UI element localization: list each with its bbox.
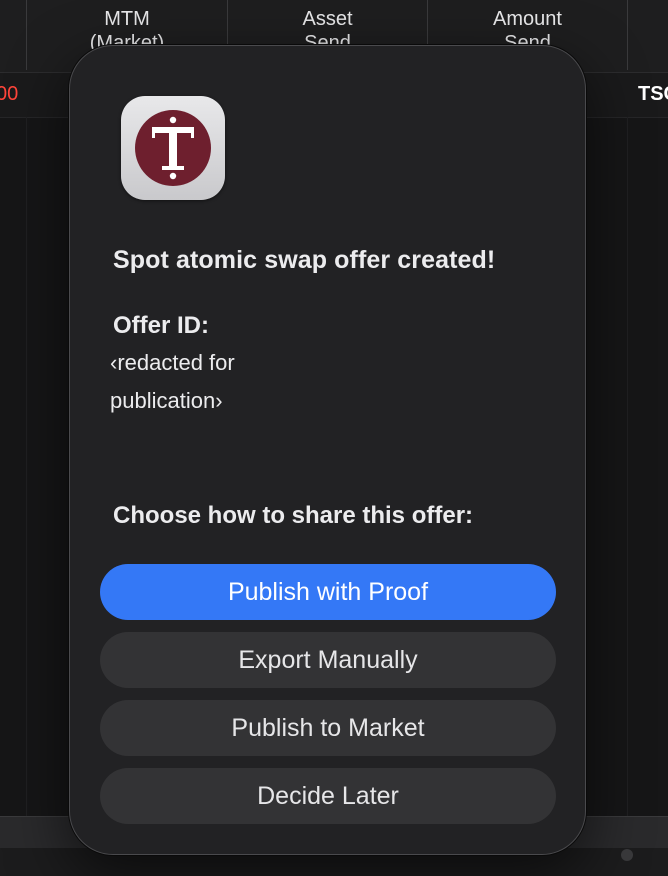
- status-dot-icon: [621, 849, 633, 861]
- offer-created-dialog: Spot atomic swap offer created! Offer ID…: [69, 45, 586, 855]
- column-divider: [26, 117, 27, 817]
- publish-to-market-button[interactable]: Publish to Market: [100, 700, 556, 756]
- export-manually-button[interactable]: Export Manually: [100, 632, 556, 688]
- decide-later-button[interactable]: Decide Later: [100, 768, 556, 824]
- column-header-mtm-line1: MTM: [104, 8, 150, 30]
- column-divider: [627, 117, 628, 817]
- column-header-amount-line1: Amount: [493, 8, 562, 30]
- dialog-title: Spot atomic swap offer created!: [113, 246, 496, 274]
- offer-id-label: Offer ID:: [113, 312, 209, 339]
- app-logo-icon: [121, 96, 225, 200]
- column-header-asset-line1: Asset: [302, 8, 353, 30]
- share-prompt: Choose how to share this offer:: [113, 502, 474, 529]
- offer-id-value: ‹redacted for publication›: [110, 350, 235, 413]
- row-mtm-value: 00: [0, 83, 19, 105]
- column-separator: [627, 0, 628, 70]
- app-logo-t-icon: [135, 110, 211, 186]
- publish-with-proof-button[interactable]: Publish with Proof: [100, 564, 556, 620]
- row-asset-value: TSC: [638, 83, 668, 105]
